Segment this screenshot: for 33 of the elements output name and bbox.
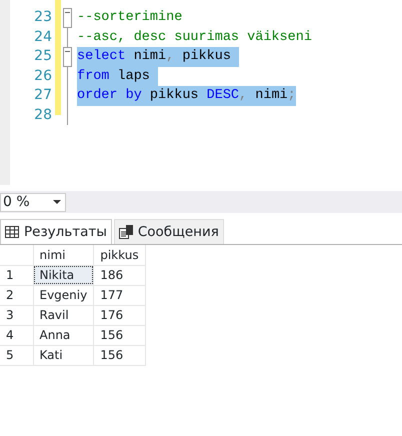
line-number: 24 <box>33 28 52 46</box>
column-header: pikkus <box>94 245 146 266</box>
table-cell[interactable]: 186 <box>94 265 146 286</box>
table-cell[interactable]: Evgeniy <box>33 285 94 306</box>
table-cell[interactable]: Anna <box>33 325 94 346</box>
line-number: 27 <box>33 86 52 105</box>
code-line: --sorterimine <box>77 9 182 27</box>
table-cell[interactable]: 177 <box>94 285 146 306</box>
row-number: 5 <box>0 345 33 366</box>
table-cell[interactable]: Nikita <box>33 265 94 286</box>
line-number: 25 <box>33 47 52 66</box>
line-number: 23 <box>33 8 52 27</box>
fold-marker[interactable] <box>63 47 72 66</box>
row-number: 3 <box>0 305 33 326</box>
line-number: 26 <box>33 66 52 86</box>
results-tab[interactable]: Сообщения <box>114 219 224 244</box>
table-cell[interactable]: 156 <box>94 345 146 366</box>
table-cell[interactable]: 176 <box>94 305 146 326</box>
document-icon <box>118 225 133 240</box>
column-header: nimi <box>33 245 94 266</box>
table-cell[interactable]: 156 <box>94 325 146 346</box>
row-number: 1 <box>0 265 33 286</box>
results-tab[interactable]: Результаты <box>0 219 112 244</box>
zoom-dropdown[interactable]: 0 % <box>0 192 66 212</box>
table-cell[interactable]: Ravil <box>33 305 94 326</box>
code-line: --asc, desc suurimas väikseni <box>77 28 312 46</box>
fold-marker[interactable] <box>63 8 72 28</box>
row-number: 2 <box>0 285 33 306</box>
caret-icon <box>53 200 61 204</box>
line-number: 28 <box>33 106 52 124</box>
table-cell[interactable]: Kati <box>33 345 94 366</box>
row-number: 4 <box>0 325 33 346</box>
grid-icon <box>5 226 19 238</box>
